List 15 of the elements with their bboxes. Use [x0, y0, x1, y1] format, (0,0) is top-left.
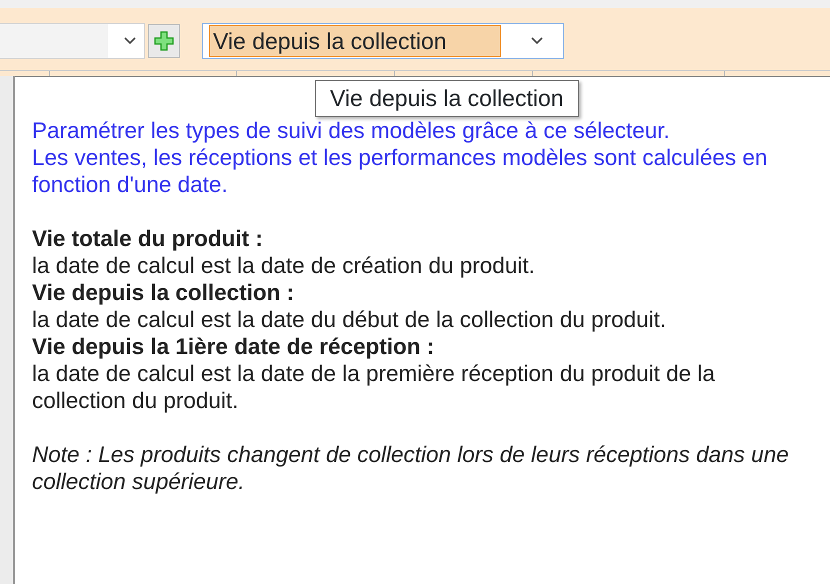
term-heading: Vie depuis la collection :: [32, 279, 296, 306]
add-button[interactable]: [148, 24, 180, 58]
intro-text: Paramétrer les types de suivi des modèles grâce à ce sélecteur.: [32, 117, 671, 144]
term-heading: Vie depuis la 1ière date de réception :: [32, 333, 436, 360]
tooltip: Vie depuis la collection: [315, 80, 579, 116]
caret-icon: [531, 37, 543, 45]
mode-dropdown[interactable]: Vie depuis la collection: [202, 23, 564, 59]
note-text: Note : Les produits changent de collection lors de leurs réceptions dans une collection supérieure.: [32, 441, 790, 495]
term-description: la date de calcul est la date de la première réception du produit de la collection du produit.: [32, 360, 716, 414]
term-description: la date de calcul est la date du début de la collection du produit.: [32, 306, 668, 333]
intro-text: Les ventes, les réceptions et les performances modèles sont calculées en fonction d'une date.: [32, 144, 768, 198]
plus-icon: [154, 31, 174, 51]
term-heading: Vie totale du produit :: [32, 225, 264, 252]
term-description: la date de calcul est la date de création du produit.: [32, 252, 536, 279]
caret-icon: [124, 37, 136, 45]
